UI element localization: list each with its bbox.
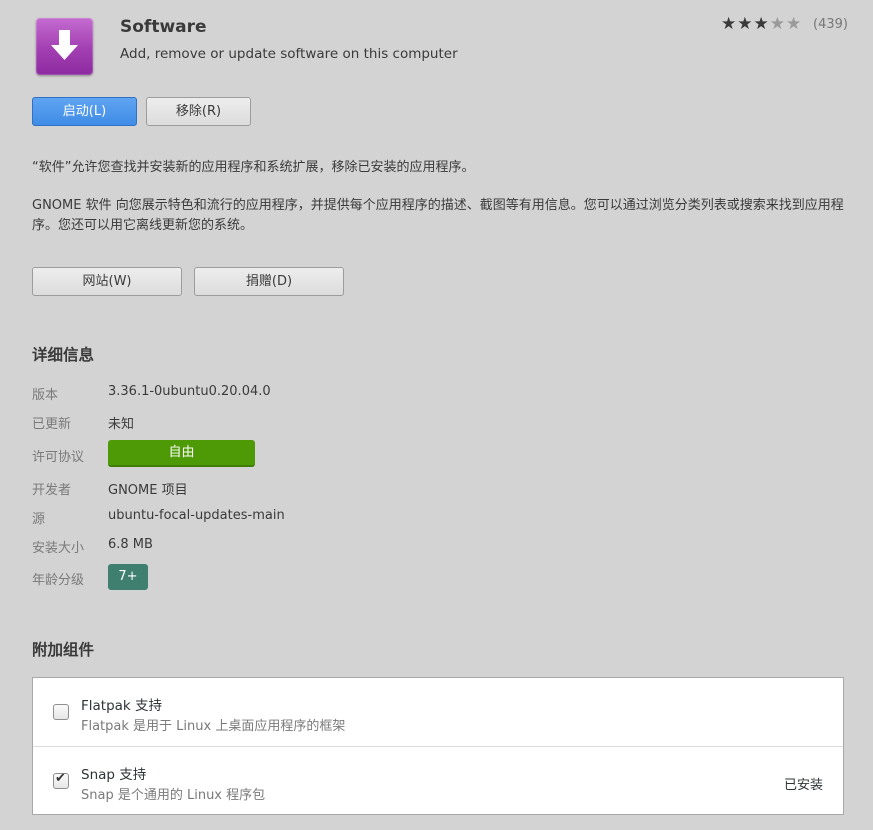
- description-paragraph-2-line-1: GNOME 软件 向您展示特色和流行的应用程序，并提供每个应用程序的描述、截图等…: [32, 198, 844, 213]
- addon-name: Flatpak 支持: [81, 698, 163, 714]
- addon-description: Snap 是个通用的 Linux 程序包: [81, 788, 266, 803]
- addons-list: Flatpak 支持 Flatpak 是用于 Linux 上桌面应用程序的框架 …: [32, 677, 844, 815]
- source-label: 源: [32, 512, 46, 527]
- rating-count: (439): [813, 17, 848, 32]
- app-icon: [36, 18, 93, 75]
- donate-button[interactable]: 捐赠(D): [194, 267, 344, 296]
- updated-label: 已更新: [32, 417, 72, 432]
- snap-checkbox[interactable]: [53, 771, 69, 789]
- description-paragraph-2-line-2: 序。您还可以用它离线更新您的系统。: [32, 218, 254, 233]
- age-rating-label: 年龄分级: [32, 573, 85, 588]
- developer-value: GNOME 项目: [108, 483, 188, 498]
- addon-description: Flatpak 是用于 Linux 上桌面应用程序的框架: [81, 719, 346, 734]
- website-button[interactable]: 网站(W): [32, 267, 182, 296]
- version-value: 3.36.1-0ubuntu0.20.04.0: [108, 384, 271, 399]
- source-value: ubuntu-focal-updates-main: [108, 508, 285, 523]
- size-value: 6.8 MB: [108, 537, 153, 552]
- star-empty-icon: ★: [769, 14, 786, 34]
- addons-heading: 附加组件: [32, 641, 95, 659]
- description-paragraph-1: “软件”允许您查找并安装新的应用程序和系统扩展，移除已安装的应用程序。: [32, 160, 475, 175]
- details-heading: 详细信息: [32, 346, 95, 364]
- addon-installed-status: 已安装: [783, 778, 823, 793]
- star-empty-icon: ★: [786, 14, 803, 34]
- addon-name: Snap 支持: [81, 767, 147, 783]
- version-label: 版本: [32, 388, 59, 403]
- age-rating-badge[interactable]: 7+: [108, 564, 148, 590]
- size-label: 安装大小: [32, 541, 85, 556]
- star-filled-icon: ★: [737, 14, 754, 34]
- license-label: 许可协议: [32, 450, 85, 465]
- launch-button[interactable]: 启动(L): [32, 97, 137, 126]
- remove-button[interactable]: 移除(R): [146, 97, 251, 126]
- developer-label: 开发者: [32, 483, 72, 498]
- addon-row-snap[interactable]: Snap 支持 Snap 是个通用的 Linux 程序包 已安装: [33, 746, 843, 815]
- updated-value: 未知: [108, 417, 135, 432]
- app-title: Software: [120, 17, 207, 37]
- download-arrow-icon: [51, 30, 78, 60]
- star-filled-icon: ★: [753, 14, 770, 34]
- app-summary: Add, remove or update software on this c…: [120, 46, 458, 62]
- flatpak-checkbox[interactable]: [53, 704, 69, 720]
- addon-row-flatpak[interactable]: Flatpak 支持 Flatpak 是用于 Linux 上桌面应用程序的框架: [33, 678, 843, 746]
- star-filled-icon: ★: [721, 14, 738, 34]
- rating-stars: ★★★★★: [721, 14, 802, 34]
- license-badge[interactable]: 自由: [108, 440, 255, 467]
